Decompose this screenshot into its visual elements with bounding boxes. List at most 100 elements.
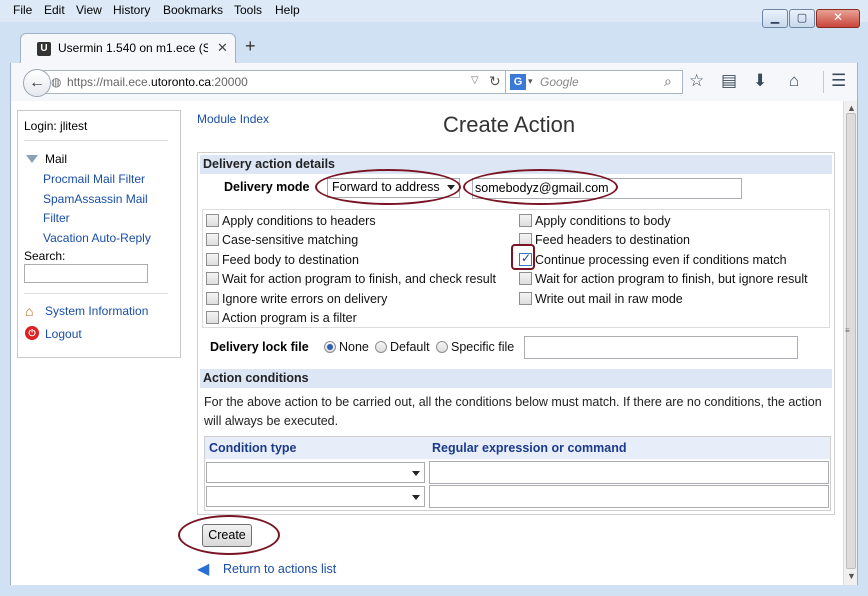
close-window-button[interactable]: ✕: [816, 9, 860, 28]
delivery-mode-select[interactable]: Forward to address: [327, 178, 460, 198]
condition-type-select[interactable]: [206, 486, 425, 507]
dropdown-arrow-icon: [412, 495, 420, 500]
maximize-button[interactable]: ▢: [789, 9, 815, 28]
dropdown-arrow-icon: [447, 185, 455, 190]
minimize-button[interactable]: ▁: [762, 9, 788, 28]
logout-link[interactable]: Logout: [45, 327, 82, 341]
opt-wait-ignore[interactable]: Wait for action program to finish, but i…: [519, 272, 808, 286]
sidebar-search-label: Search:: [24, 249, 66, 263]
lock-none-radio[interactable]: None: [324, 340, 369, 354]
scroll-grip-icon: ≡: [845, 326, 850, 335]
checkbox-checked[interactable]: [519, 251, 532, 266]
scroll-thumb[interactable]: [846, 113, 856, 569]
checkbox[interactable]: [519, 233, 532, 246]
conditions-table: Condition type Regular expression or com…: [204, 436, 831, 511]
triangle-down-icon[interactable]: [26, 155, 38, 163]
checkbox[interactable]: [206, 272, 219, 285]
url-bar[interactable]: ◍ https://mail.ece.utoronto.ca:20000 ▽ ↻: [43, 70, 507, 94]
sidebar-section-mail[interactable]: Mail: [45, 152, 67, 166]
left-arrow-icon[interactable]: ◀: [197, 559, 209, 579]
downloads-icon[interactable]: ⬇: [753, 71, 767, 91]
opt-action-filter[interactable]: Action program is a filter: [206, 311, 357, 325]
menu-hamburger-icon[interactable]: ☰: [831, 71, 846, 91]
opt-case-sensitive[interactable]: Case-sensitive matching: [206, 233, 358, 247]
usermin-favicon-icon: U: [37, 42, 51, 56]
conditions-table-header: Condition type Regular expression or com…: [205, 437, 830, 459]
menu-file[interactable]: File: [13, 3, 32, 17]
tab-title: Usermin 1.540 on m1.ece (Sun...: [58, 41, 208, 55]
opt-ignore-errors[interactable]: Ignore write errors on delivery: [206, 292, 387, 306]
dropdown-arrow-icon: [412, 471, 420, 476]
checkbox[interactable]: [206, 214, 219, 227]
sidebar-search-input[interactable]: [24, 264, 148, 283]
condition-type-select[interactable]: [206, 462, 425, 483]
globe-icon: ◍: [51, 75, 62, 89]
checkbox[interactable]: [206, 233, 219, 246]
sidebar-divider: [24, 140, 168, 141]
bookmark-star-icon[interactable]: ☆: [689, 71, 704, 91]
action-form: Delivery action details Delivery mode Fo…: [197, 152, 835, 515]
search-engine-dropdown-icon[interactable]: ▾: [528, 76, 533, 87]
sidebar-link-spamassassin[interactable]: SpamAssassin Mail: [43, 192, 148, 206]
url-text: https://mail.ece.utoronto.ca:20000: [67, 75, 248, 89]
checkbox[interactable]: [519, 292, 532, 305]
browser-tab[interactable]: U Usermin 1.540 on m1.ece (Sun... ✕: [20, 33, 236, 63]
scroll-up-icon[interactable]: ▲: [847, 103, 856, 113]
checkbox[interactable]: [519, 214, 532, 227]
lock-default-radio[interactable]: Default: [375, 340, 430, 354]
home-icon[interactable]: ⌂: [789, 71, 799, 91]
create-button[interactable]: Create: [202, 524, 252, 547]
tab-close-icon[interactable]: ✕: [217, 40, 228, 56]
bookmarks-list-icon[interactable]: ▤: [721, 71, 737, 91]
sidebar-link-spamassassin-cont[interactable]: Filter: [43, 211, 70, 225]
opt-apply-headers[interactable]: Apply conditions to headers: [206, 214, 376, 228]
condition-regex-input[interactable]: [429, 485, 829, 508]
menu-help[interactable]: Help: [275, 3, 300, 17]
checkbox[interactable]: [206, 292, 219, 305]
condition-regex-input[interactable]: [429, 461, 829, 484]
sidebar-divider: [24, 293, 168, 294]
vertical-scrollbar[interactable]: ▲ ≡ ▼: [843, 101, 858, 585]
sidebar: Login: jlitest Mail Procmail Mail Filter…: [17, 110, 181, 358]
system-information-link[interactable]: System Information: [45, 304, 148, 318]
opt-feed-body[interactable]: Feed body to destination: [206, 253, 359, 267]
conditions-description: For the above action to be carried out, …: [204, 395, 822, 428]
new-tab-icon[interactable]: +: [245, 36, 256, 57]
search-bar[interactable]: G ▾ Google ⌕: [505, 70, 683, 94]
opt-feed-headers[interactable]: Feed headers to destination: [519, 233, 690, 247]
forward-address-input[interactable]: somebodyz@gmail.com: [472, 178, 742, 199]
minimize-icon: ▁: [770, 12, 780, 24]
opt-apply-body[interactable]: Apply conditions to body: [519, 214, 671, 228]
back-button[interactable]: ←: [23, 69, 51, 97]
menu-history[interactable]: History: [113, 3, 150, 17]
scroll-down-icon[interactable]: ▼: [847, 571, 856, 581]
opt-wait-check[interactable]: Wait for action program to finish, and c…: [206, 272, 496, 286]
return-to-actions-link[interactable]: Return to actions list: [223, 562, 336, 576]
reload-icon[interactable]: ↻: [489, 73, 501, 90]
lock-file-input[interactable]: [524, 336, 798, 359]
window-controls: ▁ ▢ ✕: [762, 9, 860, 29]
checkbox[interactable]: [206, 311, 219, 324]
google-icon[interactable]: G: [510, 74, 526, 90]
radio-selected[interactable]: [324, 341, 336, 353]
sidebar-link-procmail[interactable]: Procmail Mail Filter: [43, 172, 145, 186]
checkbox[interactable]: [206, 253, 219, 266]
radio[interactable]: [436, 341, 448, 353]
search-go-icon[interactable]: ⌕: [664, 73, 672, 90]
sidebar-link-vacation[interactable]: Vacation Auto-Reply: [43, 231, 151, 245]
url-history-dropdown-icon[interactable]: ▽: [471, 75, 479, 86]
toolbar-separator: [823, 71, 824, 93]
opt-continue-processing[interactable]: Continue processing even if conditions m…: [519, 251, 787, 267]
menu-tools[interactable]: Tools: [234, 3, 262, 17]
menu-edit[interactable]: Edit: [44, 3, 65, 17]
delivery-mode-label: Delivery mode: [224, 180, 310, 194]
radio[interactable]: [375, 341, 387, 353]
checkbox[interactable]: [519, 272, 532, 285]
opt-raw-mode[interactable]: Write out mail in raw mode: [519, 292, 683, 306]
module-index-link[interactable]: Module Index: [197, 112, 269, 126]
delivery-section-header: Delivery action details: [200, 155, 832, 174]
menu-bookmarks[interactable]: Bookmarks: [163, 3, 223, 17]
lock-specific-radio[interactable]: Specific file: [436, 340, 514, 354]
close-icon: ✕: [832, 10, 844, 24]
menu-view[interactable]: View: [76, 3, 102, 17]
